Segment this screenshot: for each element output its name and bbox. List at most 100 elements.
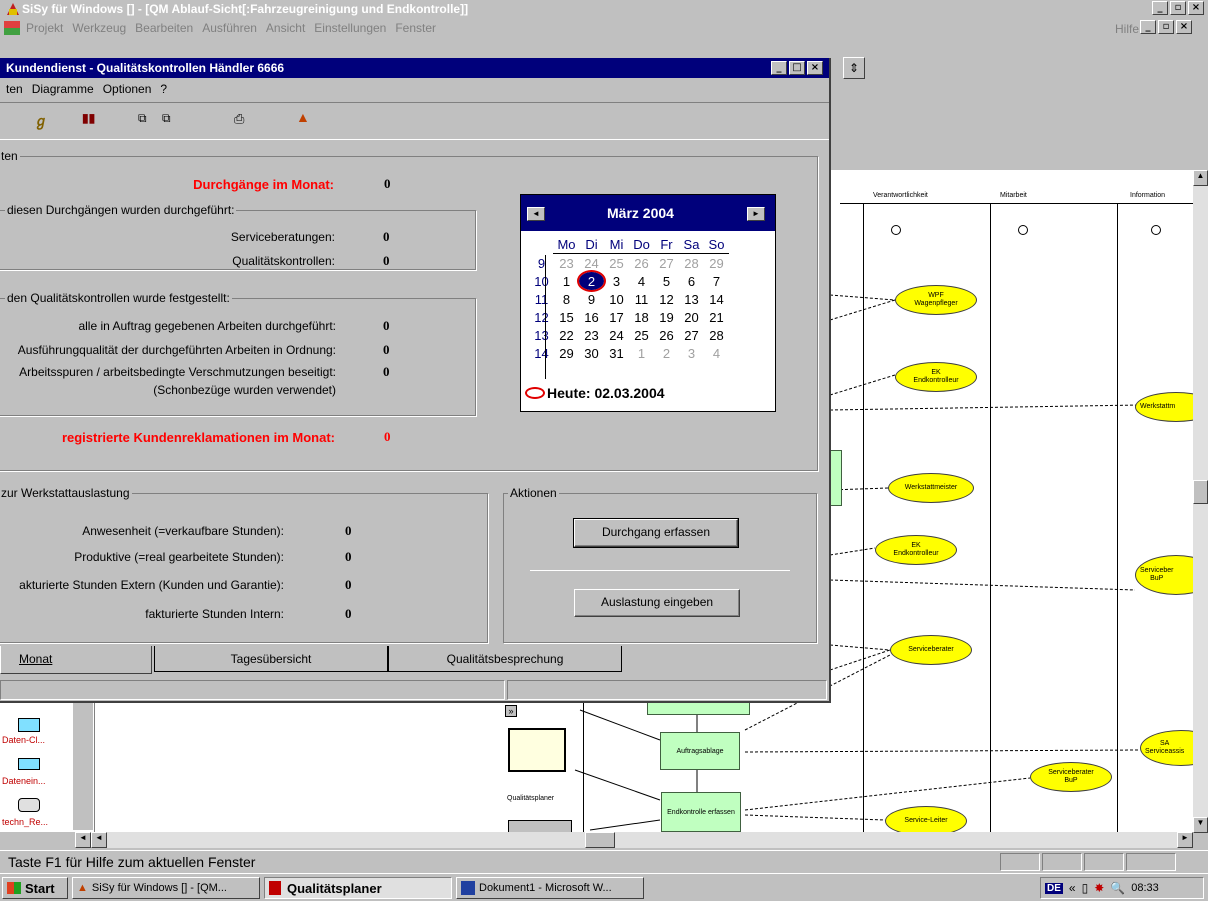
calendar-day[interactable]: 30 (579, 344, 604, 362)
prev-month-button[interactable]: ◄ (527, 207, 545, 221)
calendar-today[interactable]: Heute: 02.03.2004 (525, 385, 665, 401)
qualitaetsplaner-shape[interactable] (508, 728, 566, 772)
palette-datenein[interactable]: Datenein... (2, 776, 46, 786)
menu-ausfuehren[interactable]: Ausführen (202, 21, 257, 35)
dialog-menu-daten[interactable]: ten (6, 82, 23, 96)
tray-icon[interactable]: ▯ (1082, 881, 1089, 895)
menu-bearbeiten[interactable]: Bearbeiten (135, 21, 193, 35)
dialog-close-button[interactable]: × (807, 61, 823, 75)
palette-daten-cl[interactable]: Daten-Cl... (2, 735, 45, 745)
calendar-day[interactable]: 25 (629, 326, 654, 344)
calendar-day[interactable]: 29 (704, 254, 729, 272)
task-word[interactable]: Dokument1 - Microsoft W... (456, 877, 644, 899)
calendar-day[interactable]: 3 (604, 272, 629, 290)
main-maximize-button[interactable]: ▫ (1170, 1, 1186, 15)
calendar-day[interactable]: 12 (654, 290, 679, 308)
role-endkontrolleur[interactable]: EK Endkontrolleur (895, 362, 977, 392)
calendar-day[interactable]: 10 (604, 290, 629, 308)
calendar-day[interactable]: 1 (629, 344, 654, 362)
calendar-day[interactable]: 16 (579, 308, 604, 326)
calendar-day[interactable]: 28 (679, 254, 704, 272)
calendar-day[interactable]: 23 (554, 254, 579, 272)
palette-techn-re[interactable]: techn_Re... (2, 817, 48, 827)
calendar-day[interactable]: 24 (604, 326, 629, 344)
calendar-day[interactable]: 3 (679, 344, 704, 362)
copy-icon[interactable]: ⧉ (138, 111, 147, 126)
calendar-day[interactable]: 8 (554, 290, 579, 308)
calendar-day[interactable]: 14 (704, 290, 729, 308)
search-icon[interactable]: 🔍 (1110, 881, 1125, 895)
role-service-leiter[interactable]: Service-Leiter (885, 806, 967, 832)
chart-icon[interactable]: ▮▮ (82, 111, 95, 125)
calendar-day[interactable]: 4 (629, 272, 654, 290)
calendar-day[interactable]: 4 (704, 344, 729, 362)
calendar-day[interactable]: 2 (577, 270, 606, 292)
calendar-day[interactable]: 29 (554, 344, 579, 362)
edit-icon[interactable]: ℊ (34, 111, 48, 131)
role-werkstattmeister[interactable]: Werkstattmeister (888, 473, 974, 503)
chevron-left-icon[interactable]: « (1069, 881, 1076, 895)
dialog-menu-diagramme[interactable]: Diagramme (32, 82, 94, 96)
task-qualitaetsplaner[interactable]: Qualitätsplaner (264, 877, 452, 899)
toolbar-button[interactable]: ⇕ (843, 57, 865, 79)
calendar-day[interactable]: 27 (679, 326, 704, 344)
task-sisy[interactable]: ▲ SiSy für Windows [] - [QM... (72, 877, 260, 899)
app-logo-icon[interactable]: ▲ (296, 109, 310, 125)
menu-einstellungen[interactable]: Einstellungen (314, 21, 386, 35)
role-wagenpfleger[interactable]: WPF Wagenpfleger (895, 285, 977, 315)
calendar-day[interactable]: 7 (704, 272, 729, 290)
next-month-button[interactable]: ► (747, 207, 765, 221)
menu-hilfe[interactable]: Hilfe (1115, 22, 1139, 36)
menu-werkzeug[interactable]: Werkzeug (72, 21, 126, 35)
menu-fenster[interactable]: Fenster (395, 21, 436, 35)
calendar-day[interactable]: 24 (579, 254, 604, 272)
calendar-day[interactable]: 2 (654, 344, 679, 362)
calendar-day[interactable]: 21 (704, 308, 729, 326)
main-close-button[interactable]: × (1188, 1, 1204, 15)
calendar-day[interactable]: 28 (704, 326, 729, 344)
dialog-maximize-button[interactable]: □ (789, 61, 805, 75)
tab-monat[interactable]: Monat (0, 646, 152, 674)
menu-ansicht[interactable]: Ansicht (266, 21, 305, 35)
auslastung-eingeben-button[interactable]: Auslastung eingeben (574, 589, 740, 617)
calendar-day[interactable]: 13 (679, 290, 704, 308)
calendar-day[interactable]: 11 (629, 290, 654, 308)
main-minimize-button[interactable]: _ (1152, 1, 1168, 15)
print-icon[interactable]: ⎙ (234, 111, 244, 127)
calendar-day[interactable]: 19 (654, 308, 679, 326)
calendar-day[interactable]: 27 (654, 254, 679, 272)
calendar-day[interactable]: 23 (579, 326, 604, 344)
tray-icon-2[interactable]: ✸ (1094, 881, 1104, 895)
calendar-day[interactable]: 20 (679, 308, 704, 326)
calendar-day[interactable]: 6 (679, 272, 704, 290)
paste-icon[interactable]: ⧉ (162, 111, 171, 126)
vertical-scrollbar[interactable]: ▲ ▼ (1193, 170, 1208, 833)
doc-minimize-button[interactable]: _ (1140, 20, 1156, 34)
process-auftragsablage[interactable]: Auftragsablage (660, 732, 740, 770)
calendar-day[interactable]: 1 (554, 272, 579, 290)
horizontal-scrollbar[interactable]: ◄ ◄ ► (75, 832, 1193, 848)
calendar-day[interactable]: 22 (554, 326, 579, 344)
dialog-menu-optionen[interactable]: Optionen (103, 82, 152, 96)
dialog-menu-help[interactable]: ? (160, 82, 167, 96)
tab-qualitaetsbesprechung[interactable]: Qualitätsbesprechung (388, 646, 622, 672)
menu-projekt[interactable]: Projekt (26, 21, 63, 35)
language-indicator[interactable]: DE (1045, 882, 1063, 894)
role-endkontrolleur-2[interactable]: EK Endkontrolleur (875, 535, 957, 565)
role-serviceberater[interactable]: Serviceberater (890, 635, 972, 665)
doc-restore-button[interactable]: ▫ (1158, 20, 1174, 34)
process-box[interactable] (830, 450, 842, 506)
calendar-day[interactable]: 9 (579, 290, 604, 308)
role-serviceberater-bup[interactable]: Serviceberater BuP (1030, 762, 1112, 792)
dialog-minimize-button[interactable]: _ (771, 61, 787, 75)
calendar-day[interactable]: 17 (604, 308, 629, 326)
doc-close-button[interactable]: × (1176, 20, 1192, 34)
calendar-day[interactable]: 31 (604, 344, 629, 362)
calendar-day[interactable]: 15 (554, 308, 579, 326)
durchgang-erfassen-button[interactable]: Durchgang erfassen (573, 518, 739, 548)
start-button[interactable]: Start (2, 877, 68, 899)
calendar-day[interactable]: 5 (654, 272, 679, 290)
calendar-day[interactable]: 26 (654, 326, 679, 344)
calendar-day[interactable]: 18 (629, 308, 654, 326)
tab-tagesuebersicht[interactable]: Tagesübersicht (154, 646, 388, 672)
